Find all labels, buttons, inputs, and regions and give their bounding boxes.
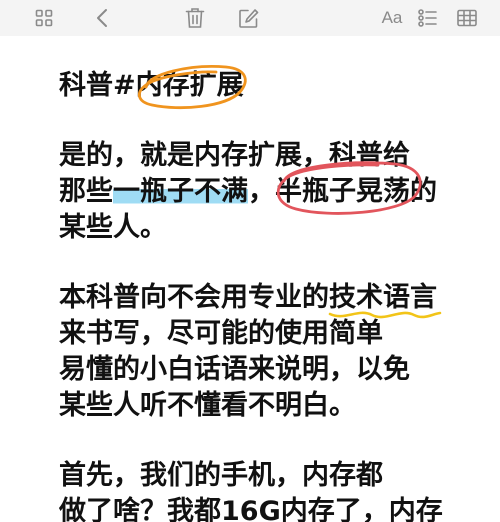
- paragraph-3-line-1: 首先，我们的手机，内存都: [59, 460, 383, 491]
- font-format-button[interactable]: Aa: [376, 4, 408, 32]
- note-content[interactable]: 科普#内存扩展 是的，就是内存扩展，科普给 那些一瓶子不满，半瓶子晃荡的 某些人…: [0, 36, 500, 522]
- text-segment: 本科普向不会用专业的: [59, 282, 329, 313]
- paragraph-3-line-2: 做了啥？我都16G内存了，内存: [59, 496, 443, 522]
- title-prefix: 科普#: [59, 70, 136, 101]
- title-circled-text: 内存扩展: [135, 70, 244, 101]
- text-segment: ，: [248, 176, 275, 207]
- paragraph-1-line-2: 那些一瓶子不满，半瓶子晃荡的: [59, 174, 437, 210]
- note-title: 科普#内存扩展: [59, 68, 244, 104]
- paragraph-1-line-1: 是的，就是内存扩展，科普给: [59, 140, 410, 171]
- font-format-label: Aa: [381, 8, 403, 27]
- text-segment: 那些: [59, 176, 113, 207]
- paragraph-2-line-1: 本科普向不会用专业的技术语言: [59, 280, 437, 316]
- paragraph-2-line-4: 某些人听不懂看不明白。: [59, 390, 356, 421]
- text-segment: 的: [410, 176, 437, 207]
- table-icon[interactable]: [453, 4, 481, 32]
- circled-text: 半瓶子晃荡: [275, 176, 410, 207]
- paragraph-2-line-3: 易懂的小白话语来说明，以免: [59, 354, 410, 385]
- underlined-text: 技术语言: [329, 282, 437, 313]
- highlighted-text: 一瓶子不满: [113, 176, 248, 207]
- trash-icon[interactable]: [181, 4, 209, 32]
- paragraph-2-line-2: 来书写，尽可能的使用简单: [59, 318, 383, 349]
- checklist-icon[interactable]: [414, 4, 442, 32]
- grid-icon[interactable]: [30, 4, 58, 32]
- note-toolbar: Aa: [0, 0, 500, 36]
- back-arrow-icon[interactable]: [88, 4, 116, 32]
- paragraph-1-line-3: 某些人。: [59, 212, 167, 243]
- hand-drawn-annotations: [137, 65, 442, 319]
- edit-icon[interactable]: [234, 4, 262, 32]
